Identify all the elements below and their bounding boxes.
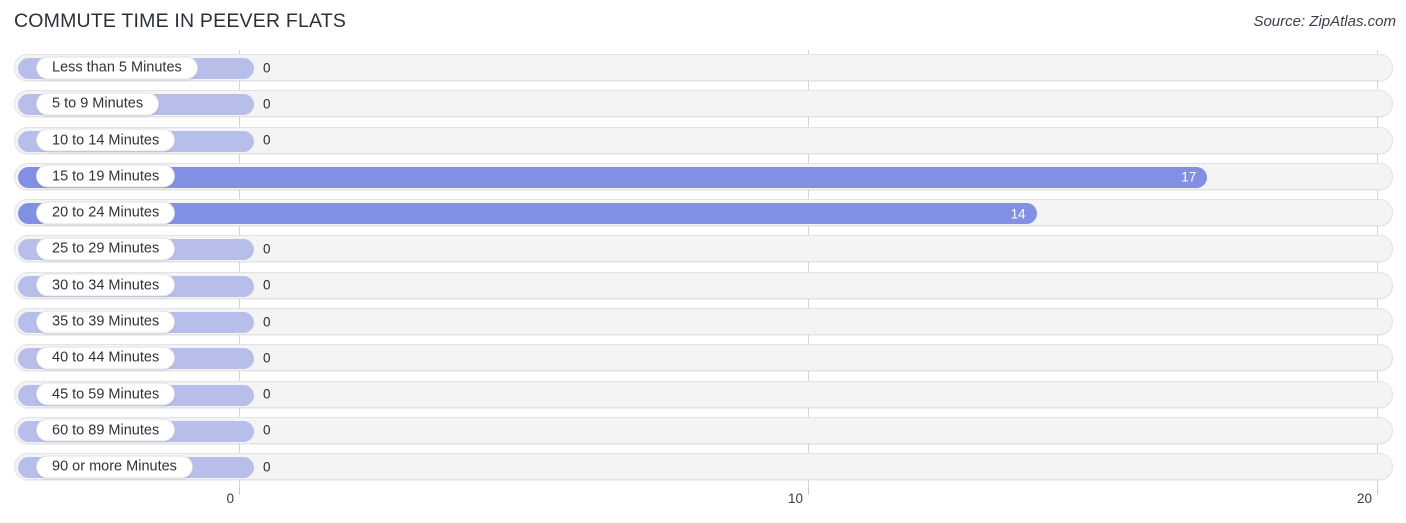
bar-track: 0 90 or more Minutes (14, 453, 1393, 481)
bar-value-label: 0 (263, 459, 271, 475)
bar-value-label: 17 (1181, 169, 1197, 185)
x-axis: 0 10 20 (0, 486, 1406, 523)
axis-tick-label: 10 (787, 491, 803, 506)
bar-row: 17 15 to 19 Minutes (0, 159, 1406, 195)
bar-value-label: 0 (263, 386, 271, 402)
bar-track: 0 5 to 9 Minutes (14, 90, 1393, 118)
source-attribution: Source: ZipAtlas.com (1253, 13, 1396, 30)
bar-row: 0 35 to 39 Minutes (0, 304, 1406, 340)
bar-track: 0 30 to 34 Minutes (14, 271, 1393, 299)
page-title: COMMUTE TIME IN PEEVER FLATS (14, 10, 347, 32)
bar-track: 0 Less than 5 Minutes (14, 54, 1393, 81)
bar-row: 0 90 or more Minutes (0, 449, 1406, 485)
category-label: 30 to 34 Minutes (36, 273, 176, 297)
bar-value-label: 0 (263, 132, 271, 148)
bar-row: 0 30 to 34 Minutes (0, 268, 1406, 304)
chart-page: COMMUTE TIME IN PEEVER FLATS Source: Zip… (0, 0, 1406, 523)
bar-value-label: 0 (263, 422, 271, 438)
bar-value-label: 0 (263, 350, 271, 366)
axis-tick-label: 0 (226, 491, 234, 506)
bar-track: 0 60 to 89 Minutes (14, 416, 1393, 444)
bar-row: 0 Less than 5 Minutes (0, 50, 1406, 86)
category-label: 45 to 59 Minutes (36, 382, 176, 406)
bar-value-label: 0 (263, 241, 271, 257)
bar-track: 0 40 to 44 Minutes (14, 344, 1393, 372)
category-label: 10 to 14 Minutes (36, 128, 176, 152)
bar-track: 17 15 to 19 Minutes (14, 162, 1393, 190)
bar-row: 0 60 to 89 Minutes (0, 413, 1406, 449)
bar-value-label: 14 (1010, 206, 1026, 222)
bar-row: 0 40 to 44 Minutes (0, 340, 1406, 376)
category-label: 25 to 29 Minutes (36, 237, 176, 261)
bar-track: 0 25 to 29 Minutes (14, 235, 1393, 263)
bar-row: 0 45 to 59 Minutes (0, 377, 1406, 413)
category-label: 35 to 39 Minutes (36, 310, 176, 334)
bar-rows: 0 Less than 5 Minutes 0 5 to 9 Minutes 0 10 t… (0, 50, 1406, 486)
category-label: 90 or more Minutes (36, 455, 193, 479)
axis-tick-label: 20 (1356, 491, 1372, 506)
category-label: 20 to 24 Minutes (36, 201, 176, 225)
category-label: 60 to 89 Minutes (36, 418, 176, 442)
bar-track: 0 45 to 59 Minutes (14, 380, 1393, 408)
category-label: Less than 5 Minutes (36, 56, 198, 79)
category-label: 5 to 9 Minutes (36, 92, 160, 116)
axis-tick-mark (1377, 486, 1378, 495)
bar-row: 0 10 to 14 Minutes (0, 123, 1406, 159)
bar-value-label: 0 (263, 60, 271, 75)
plot-area: 0 Less than 5 Minutes 0 5 to 9 Minutes 0 10 t… (0, 50, 1406, 487)
bar-value-label: 0 (263, 277, 271, 293)
bar-track: 0 10 to 14 Minutes (14, 126, 1393, 154)
bar-track: 14 20 to 24 Minutes (14, 199, 1393, 227)
bar-value-label: 0 (263, 96, 271, 112)
bar-track: 0 35 to 39 Minutes (14, 308, 1393, 336)
bar[interactable]: 17 (18, 166, 1208, 188)
bar-row: 0 25 to 29 Minutes (0, 231, 1406, 267)
axis-tick-mark (239, 486, 240, 495)
axis-tick-mark (808, 486, 809, 495)
category-label: 40 to 44 Minutes (36, 346, 176, 370)
bar-value-label: 0 (263, 314, 271, 330)
category-label: 15 to 19 Minutes (36, 164, 176, 188)
bar-row: 14 20 to 24 Minutes (0, 195, 1406, 231)
bar-row: 0 5 to 9 Minutes (0, 86, 1406, 122)
